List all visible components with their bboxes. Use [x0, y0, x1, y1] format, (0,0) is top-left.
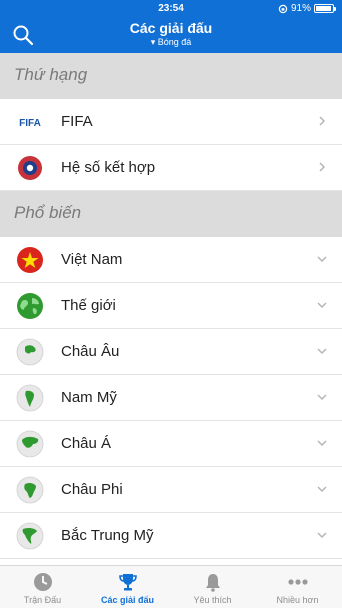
asia-globe-icon	[16, 430, 44, 458]
orientation-lock-icon	[278, 4, 288, 13]
chevron-down-icon	[317, 532, 327, 539]
list-item-coefficient[interactable]: Hệ số kết hợp	[0, 145, 342, 191]
list-item-north-central-america[interactable]: Bắc Trung Mỹ	[0, 513, 342, 559]
uefa-logo-icon	[18, 156, 42, 180]
vietnam-flag-icon	[17, 247, 43, 273]
list-item-label: Châu Á	[61, 435, 112, 452]
tab-label: Nhiều hơn	[276, 595, 319, 605]
list-item-africa[interactable]: Châu Phi	[0, 467, 342, 513]
battery-icon	[314, 4, 336, 13]
list-item-label: Nam Mỹ	[61, 389, 117, 406]
list-item-label: Bắc Trung Mỹ	[61, 527, 154, 544]
tab-leagues[interactable]: Các giải đấu	[85, 566, 170, 608]
list-item-south-america[interactable]: Nam Mỹ	[0, 375, 342, 421]
page-title: Các giải đấu	[129, 20, 213, 36]
list-item-world[interactable]: Thế giới	[0, 283, 342, 329]
battery-percentage: 91%	[290, 3, 311, 14]
bell-icon	[206, 574, 220, 592]
chevron-down-icon	[317, 256, 327, 263]
europe-globe-icon	[16, 338, 44, 366]
section-header-rankings: Thứ hạng	[0, 53, 342, 99]
africa-globe-icon	[16, 476, 44, 504]
fifa-logo-icon: FIFA	[19, 118, 41, 129]
clock-icon	[34, 573, 52, 591]
list-item-vietnam[interactable]: Việt Nam	[0, 237, 342, 283]
caret-down-icon: ▾	[150, 37, 156, 47]
tab-matches[interactable]: Trận Đấu	[0, 566, 85, 608]
list-item-label: Thế giới	[61, 297, 116, 314]
chevron-down-icon	[317, 348, 327, 355]
fifa-logo-text: FIFA	[19, 118, 41, 129]
tab-label: Trận Đấu	[23, 595, 62, 605]
chevron-down-icon	[317, 302, 327, 309]
top-navigation-bar: 23:54 91% Các giải đấu ▾ Bóng đá	[0, 0, 342, 53]
section-title: Thứ hạng	[14, 65, 88, 84]
list-item-label: Hệ số kết hợp	[61, 159, 156, 176]
chevron-right-icon	[319, 162, 326, 172]
tab-label: Yêu thích	[193, 595, 232, 605]
chevron-down-icon	[317, 440, 327, 447]
tab-favorites[interactable]: Yêu thích	[170, 566, 255, 608]
chevron-down-icon	[317, 394, 327, 401]
sport-selector-label: Bóng đá	[157, 37, 192, 47]
more-dots-icon	[288, 579, 308, 585]
status-right-group: 91%	[278, 3, 336, 14]
list-item-label: FIFA	[61, 113, 93, 130]
list-item-europe[interactable]: Châu Âu	[0, 329, 342, 375]
tab-label: Các giải đấu	[100, 595, 154, 605]
chevron-down-icon	[317, 486, 327, 493]
list-item-fifa[interactable]: FIFA FIFA	[0, 99, 342, 145]
tab-more[interactable]: Nhiều hơn	[255, 566, 340, 608]
section-title: Phổ biến	[14, 203, 82, 222]
section-header-popular: Phổ biến	[0, 191, 342, 237]
bottom-tab-bar: Trận Đấu Các giải đấu Yêu thích Nhiều hơ…	[0, 565, 342, 608]
north-central-america-globe-icon	[16, 522, 44, 550]
list-item-label: Châu Âu	[61, 343, 120, 360]
list-item-label: Châu Phi	[61, 481, 123, 498]
list-item-asia[interactable]: Châu Á	[0, 421, 342, 467]
trophy-icon	[119, 574, 137, 591]
status-bar: 23:54 91%	[0, 2, 342, 16]
globe-icon	[17, 293, 43, 319]
list-item-label: Việt Nam	[61, 251, 123, 268]
south-america-globe-icon	[16, 384, 44, 412]
chevron-right-icon	[319, 116, 326, 126]
sport-selector[interactable]: ▾ Bóng đá	[0, 37, 342, 48]
